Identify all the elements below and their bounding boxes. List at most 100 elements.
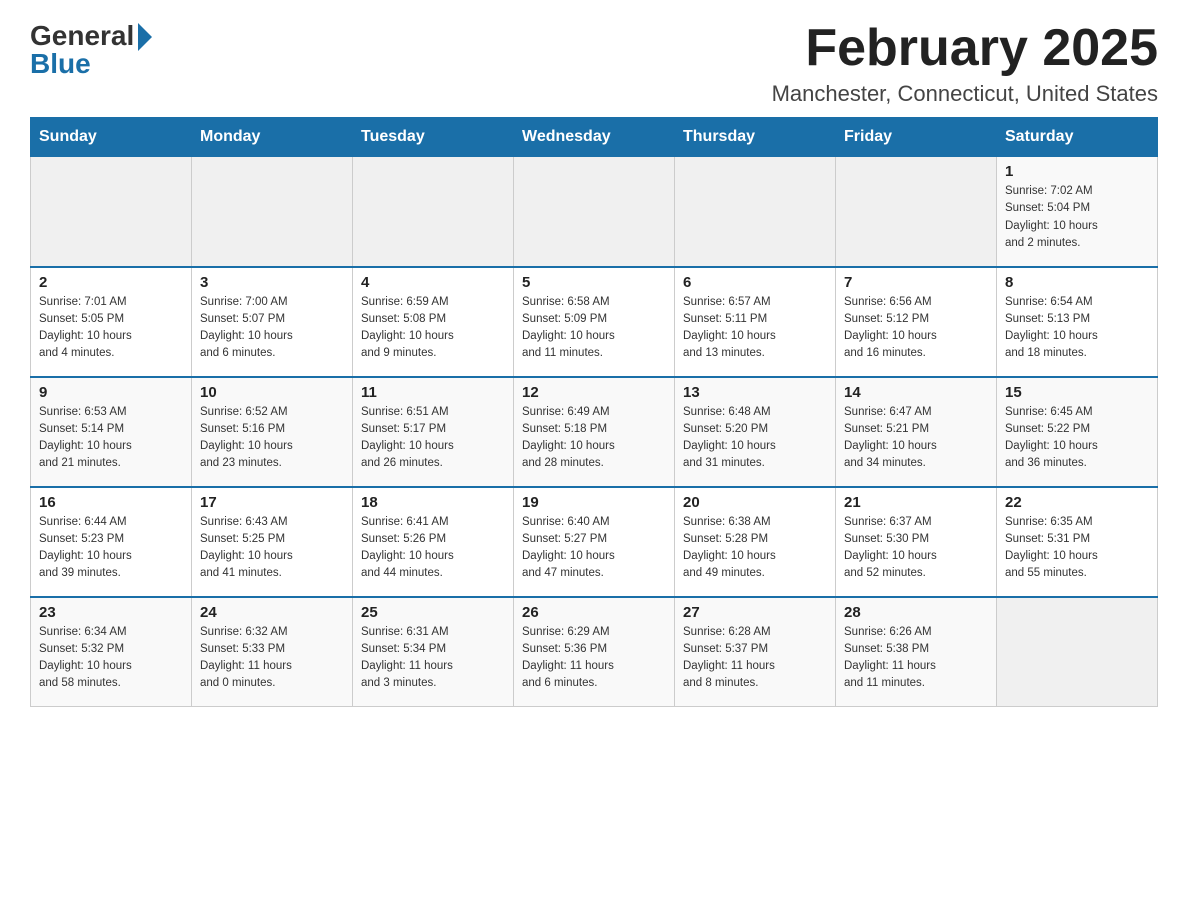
day-info: Sunrise: 6:31 AMSunset: 5:34 PMDaylight:… [361, 624, 505, 693]
day-number: 4 [361, 274, 505, 291]
day-info: Sunrise: 7:01 AMSunset: 5:05 PMDaylight:… [39, 294, 183, 363]
day-info: Sunrise: 6:34 AMSunset: 5:32 PMDaylight:… [39, 624, 183, 693]
calendar-table: SundayMondayTuesdayWednesdayThursdayFrid… [30, 117, 1158, 707]
day-info: Sunrise: 6:59 AMSunset: 5:08 PMDaylight:… [361, 294, 505, 363]
day-info: Sunrise: 6:56 AMSunset: 5:12 PMDaylight:… [844, 294, 988, 363]
day-info: Sunrise: 6:49 AMSunset: 5:18 PMDaylight:… [522, 404, 666, 473]
day-number: 18 [361, 494, 505, 511]
calendar-cell: 2 Sunrise: 7:01 AMSunset: 5:05 PMDaylight… [31, 267, 192, 377]
calendar-cell: 17Sunrise: 6:43 AMSunset: 5:25 PMDayligh… [192, 487, 353, 597]
day-info: Sunrise: 6:57 AMSunset: 5:11 PMDaylight:… [683, 294, 827, 363]
day-number: 15 [1005, 384, 1149, 401]
day-number: 20 [683, 494, 827, 511]
day-number: 16 [39, 494, 183, 511]
day-info: Sunrise: 6:28 AMSunset: 5:37 PMDaylight:… [683, 624, 827, 693]
day-number: 11 [361, 384, 505, 401]
day-number: 10 [200, 384, 344, 401]
calendar-cell: 9Sunrise: 6:53 AMSunset: 5:14 PMDaylight… [31, 377, 192, 487]
calendar-cell: 24Sunrise: 6:32 AMSunset: 5:33 PMDayligh… [192, 597, 353, 707]
weekday-header-wednesday: Wednesday [514, 118, 675, 157]
day-info: Sunrise: 6:26 AMSunset: 5:38 PMDaylight:… [844, 624, 988, 693]
day-number: 22 [1005, 494, 1149, 511]
week-row-5: 23 Sunrise: 6:34 AMSunset: 5:32 PMDayligh… [31, 597, 1158, 707]
day-number: 8 [1005, 274, 1149, 291]
day-info: Sunrise: 7:02 AMSunset: 5:04 PMDaylight:… [1005, 183, 1149, 252]
week-row-3: 9Sunrise: 6:53 AMSunset: 5:14 PMDaylight… [31, 377, 1158, 487]
day-info: Sunrise: 6:37 AMSunset: 5:30 PMDaylight:… [844, 514, 988, 583]
weekday-header-sunday: Sunday [31, 118, 192, 157]
calendar-cell: 1Sunrise: 7:02 AMSunset: 5:04 PMDaylight… [997, 157, 1158, 267]
calendar-cell [353, 157, 514, 267]
calendar-cell: 13Sunrise: 6:48 AMSunset: 5:20 PMDayligh… [675, 377, 836, 487]
day-info: Sunrise: 6:48 AMSunset: 5:20 PMDaylight:… [683, 404, 827, 473]
day-number: 5 [522, 274, 666, 291]
day-number: 2 [39, 274, 183, 291]
week-row-1: 1Sunrise: 7:02 AMSunset: 5:04 PMDaylight… [31, 157, 1158, 267]
calendar-cell [836, 157, 997, 267]
day-info: Sunrise: 6:45 AMSunset: 5:22 PMDaylight:… [1005, 404, 1149, 473]
day-number: 14 [844, 384, 988, 401]
week-row-2: 2 Sunrise: 7:01 AMSunset: 5:05 PMDaylight… [31, 267, 1158, 377]
calendar-cell: 23 Sunrise: 6:34 AMSunset: 5:32 PMDayligh… [31, 597, 192, 707]
day-number: 23 [39, 604, 183, 621]
calendar-cell: 4 Sunrise: 6:59 AMSunset: 5:08 PMDaylight… [353, 267, 514, 377]
day-number: 19 [522, 494, 666, 511]
logo-arrow-icon [138, 23, 152, 51]
calendar-cell: 27 Sunrise: 6:28 AMSunset: 5:37 PMDayligh… [675, 597, 836, 707]
calendar-cell: 26Sunrise: 6:29 AMSunset: 5:36 PMDayligh… [514, 597, 675, 707]
weekday-header-thursday: Thursday [675, 118, 836, 157]
day-info: Sunrise: 6:40 AMSunset: 5:27 PMDaylight:… [522, 514, 666, 583]
day-info: Sunrise: 6:51 AMSunset: 5:17 PMDaylight:… [361, 404, 505, 473]
day-number: 6 [683, 274, 827, 291]
calendar-cell: 11 Sunrise: 6:51 AMSunset: 5:17 PMDayligh… [353, 377, 514, 487]
page-header: General Blue February 2025 Manchester, C… [30, 20, 1158, 107]
calendar-cell [675, 157, 836, 267]
month-title: February 2025 [772, 20, 1158, 77]
calendar-cell: 19 Sunrise: 6:40 AMSunset: 5:27 PMDayligh… [514, 487, 675, 597]
day-info: Sunrise: 7:00 AMSunset: 5:07 PMDaylight:… [200, 294, 344, 363]
day-number: 26 [522, 604, 666, 621]
day-number: 27 [683, 604, 827, 621]
weekday-header-row: SundayMondayTuesdayWednesdayThursdayFrid… [31, 118, 1158, 157]
location-title: Manchester, Connecticut, United States [772, 81, 1158, 107]
calendar-cell: 5 Sunrise: 6:58 AMSunset: 5:09 PMDaylight… [514, 267, 675, 377]
calendar-cell: 12Sunrise: 6:49 AMSunset: 5:18 PMDayligh… [514, 377, 675, 487]
calendar-cell: 18 Sunrise: 6:41 AMSunset: 5:26 PMDayligh… [353, 487, 514, 597]
day-info: Sunrise: 6:35 AMSunset: 5:31 PMDaylight:… [1005, 514, 1149, 583]
day-number: 24 [200, 604, 344, 621]
calendar-cell: 14 Sunrise: 6:47 AMSunset: 5:21 PMDayligh… [836, 377, 997, 487]
day-number: 21 [844, 494, 988, 511]
day-info: Sunrise: 6:41 AMSunset: 5:26 PMDaylight:… [361, 514, 505, 583]
day-number: 28 [844, 604, 988, 621]
weekday-header-tuesday: Tuesday [353, 118, 514, 157]
day-info: Sunrise: 6:38 AMSunset: 5:28 PMDaylight:… [683, 514, 827, 583]
calendar-cell [192, 157, 353, 267]
calendar-cell [31, 157, 192, 267]
week-row-4: 16 Sunrise: 6:44 AMSunset: 5:23 PMDayligh… [31, 487, 1158, 597]
day-number: 9 [39, 384, 183, 401]
calendar-cell: 7 Sunrise: 6:56 AMSunset: 5:12 PMDaylight… [836, 267, 997, 377]
day-info: Sunrise: 6:47 AMSunset: 5:21 PMDaylight:… [844, 404, 988, 473]
day-info: Sunrise: 6:43 AMSunset: 5:25 PMDaylight:… [200, 514, 344, 583]
calendar-cell: 6 Sunrise: 6:57 AMSunset: 5:11 PMDaylight… [675, 267, 836, 377]
calendar-cell [997, 597, 1158, 707]
title-section: February 2025 Manchester, Connecticut, U… [772, 20, 1158, 107]
day-number: 25 [361, 604, 505, 621]
logo-blue-text: Blue [30, 48, 91, 80]
calendar-cell: 10Sunrise: 6:52 AMSunset: 5:16 PMDayligh… [192, 377, 353, 487]
calendar-cell: 25 Sunrise: 6:31 AMSunset: 5:34 PMDayligh… [353, 597, 514, 707]
calendar-cell: 8 Sunrise: 6:54 AMSunset: 5:13 PMDaylight… [997, 267, 1158, 377]
calendar-cell: 16 Sunrise: 6:44 AMSunset: 5:23 PMDayligh… [31, 487, 192, 597]
calendar-cell: 3 Sunrise: 7:00 AMSunset: 5:07 PMDaylight… [192, 267, 353, 377]
day-number: 7 [844, 274, 988, 291]
day-info: Sunrise: 6:54 AMSunset: 5:13 PMDaylight:… [1005, 294, 1149, 363]
weekday-header-friday: Friday [836, 118, 997, 157]
logo: General Blue [30, 20, 152, 80]
day-number: 3 [200, 274, 344, 291]
calendar-cell: 22 Sunrise: 6:35 AMSunset: 5:31 PMDayligh… [997, 487, 1158, 597]
day-info: Sunrise: 6:44 AMSunset: 5:23 PMDaylight:… [39, 514, 183, 583]
calendar-cell: 20 Sunrise: 6:38 AMSunset: 5:28 PMDayligh… [675, 487, 836, 597]
calendar-cell [514, 157, 675, 267]
day-info: Sunrise: 6:58 AMSunset: 5:09 PMDaylight:… [522, 294, 666, 363]
calendar-cell: 15 Sunrise: 6:45 AMSunset: 5:22 PMDayligh… [997, 377, 1158, 487]
